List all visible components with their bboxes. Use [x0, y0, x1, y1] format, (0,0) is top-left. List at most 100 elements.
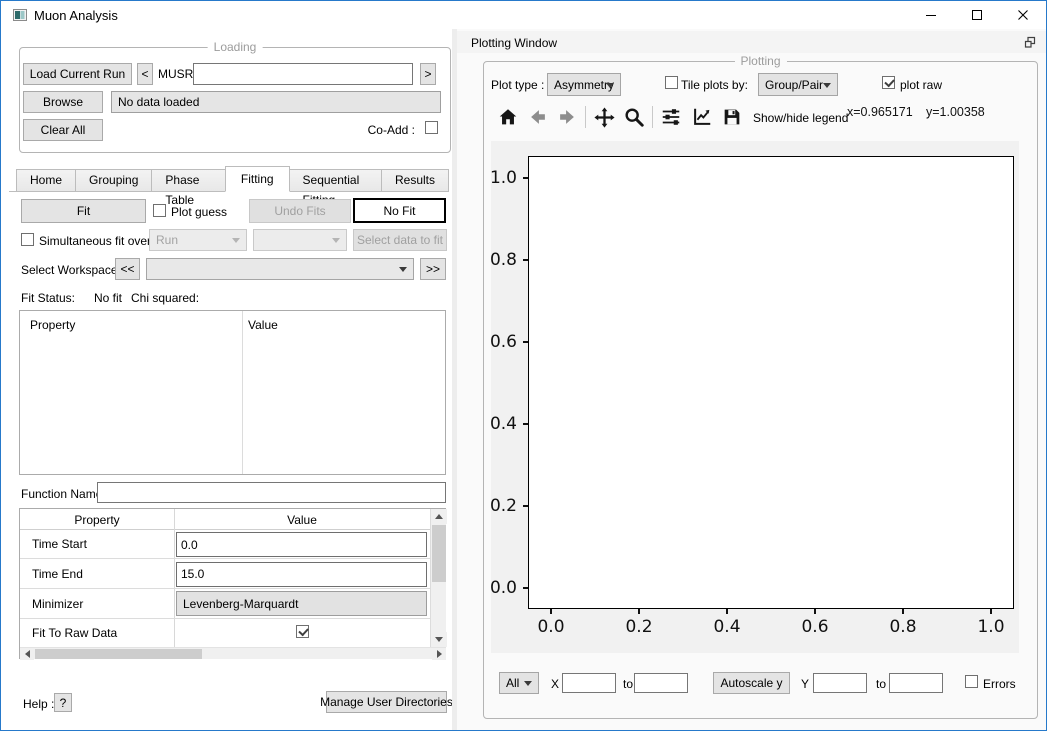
x-to-input[interactable] [634, 673, 688, 693]
minimizer-combo[interactable]: Levenberg-Marquardt [176, 591, 427, 616]
float-dock-icon[interactable] [1023, 35, 1037, 49]
line-chart-icon [691, 106, 713, 128]
y-tick-label: 0.0 [490, 578, 517, 598]
close-icon [1017, 9, 1029, 21]
back-button [525, 104, 551, 130]
load-current-run-button[interactable]: Load Current Run [23, 63, 132, 85]
x-tick-mark [814, 609, 816, 614]
tile-by-combo[interactable]: Group/Pair [758, 73, 838, 96]
simultaneous-fit-checkbox[interactable] [21, 233, 34, 246]
function-name-input[interactable] [97, 482, 446, 503]
home-icon [497, 106, 519, 128]
scroll-right-button[interactable] [432, 648, 446, 660]
fit-over-secondary-combo [253, 229, 347, 251]
row-property-label: Minimizer [32, 597, 83, 611]
y-from-input[interactable] [813, 673, 867, 693]
tab-phase-table[interactable]: Phase Table [151, 169, 225, 191]
vscroll-thumb[interactable] [432, 525, 446, 582]
y-tick-mark [523, 505, 528, 507]
y-tick-mark [523, 259, 528, 261]
row-property-label: Time Start [32, 537, 87, 551]
cursor-y-readout: y=1.00358 [926, 105, 985, 119]
fit-status-label: Fit Status: [21, 291, 75, 305]
x-tick-mark [990, 609, 992, 614]
plot-guess-checkbox[interactable] [153, 204, 166, 217]
configure-subplots-button[interactable] [658, 104, 684, 130]
run-number-input[interactable] [193, 63, 413, 85]
workspace-previous-button[interactable]: << [115, 258, 140, 280]
select-data-to-fit-button: Select data to fit [353, 229, 447, 251]
result-table-divider [242, 311, 243, 474]
table-row-time-start: Time Start [20, 530, 430, 559]
scroll-up-button[interactable] [431, 509, 447, 524]
plot-figure: 0.00.20.40.60.81.00.00.20.40.60.81.0 [491, 141, 1019, 653]
muon-analysis-window: Muon Analysis Loading Load Current Run <… [0, 0, 1047, 731]
fit-button[interactable]: Fit [21, 199, 146, 223]
customize-plot-button[interactable] [689, 104, 715, 130]
fit-to-raw-checkbox[interactable] [296, 625, 309, 638]
table-row-minimizer: Minimizer Levenberg-Marquardt [20, 589, 430, 619]
select-workspace-label: Select Workspace [21, 263, 118, 277]
pan-icon [593, 106, 616, 129]
time-start-input[interactable] [176, 532, 427, 557]
y-tick-label: 0.8 [490, 250, 517, 270]
browse-button[interactable]: Browse [23, 91, 103, 113]
y-tick-label: 0.4 [490, 414, 517, 434]
tab-results[interactable]: Results [381, 169, 449, 191]
simultaneous-fit-label: Simultaneous fit over [39, 234, 151, 248]
maximize-button[interactable] [954, 1, 1000, 29]
autoscale-y-button[interactable]: Autoscale y [713, 672, 790, 694]
x-tick-label: 0.4 [713, 617, 740, 637]
plot-type-combo[interactable]: Asymmetry [547, 73, 621, 96]
workspace-next-button[interactable]: >> [420, 258, 446, 280]
right-arrow-icon [437, 650, 442, 658]
plot-guess-label: Plot guess [171, 205, 227, 219]
fit-settings-table: Property Value Time Start Time End Minim… [19, 508, 446, 659]
settings-vscrollbar[interactable] [430, 509, 446, 647]
hscroll-thumb[interactable] [35, 649, 202, 659]
tab-label: Grouping [89, 173, 138, 187]
errors-checkbox[interactable] [965, 675, 978, 688]
plot-raw-checkbox[interactable] [882, 76, 895, 89]
y-to-input[interactable] [889, 673, 943, 693]
save-button[interactable] [719, 104, 745, 130]
row-property-label: Fit To Raw Data [32, 626, 117, 640]
table-row-fit-to-raw: Fit To Raw Data [20, 619, 430, 647]
pan-button[interactable] [591, 104, 617, 130]
plotting-legend: Plotting [734, 54, 786, 68]
zoom-button[interactable] [621, 104, 647, 130]
previous-run-button[interactable]: < [137, 63, 153, 85]
x-from-input[interactable] [562, 673, 616, 693]
x-tick-mark [638, 609, 640, 614]
time-end-input[interactable] [176, 562, 427, 587]
settings-hscrollbar[interactable] [20, 647, 446, 659]
up-arrow-icon [435, 514, 443, 519]
home-button[interactable] [495, 104, 521, 130]
plot-axes[interactable]: 0.00.20.40.60.81.00.00.20.40.60.81.0 [528, 156, 1014, 609]
tab-fitting[interactable]: Fitting [225, 166, 290, 192]
scroll-down-button[interactable] [431, 632, 447, 647]
scroll-left-button[interactable] [20, 648, 34, 660]
manage-user-directories-button[interactable]: Manage User Directories [326, 691, 447, 713]
x-tick-label: 0.8 [889, 617, 916, 637]
help-button[interactable]: ? [54, 693, 72, 712]
errors-label: Errors [983, 677, 1016, 691]
clear-all-button[interactable]: Clear All [23, 119, 103, 141]
next-run-button[interactable]: > [420, 63, 436, 85]
window-controls [908, 1, 1046, 29]
tab-grouping[interactable]: Grouping [75, 169, 152, 191]
show-hide-legend-button[interactable]: Show/hide legend [753, 111, 848, 125]
y-to-label: to [876, 677, 886, 691]
y-tick-mark [523, 341, 528, 343]
workspace-combo[interactable] [146, 258, 414, 280]
coadd-checkbox[interactable] [425, 121, 438, 134]
tab-home[interactable]: Home [16, 169, 76, 191]
chi-squared-label: Chi squared: [131, 291, 199, 305]
down-arrow-icon [435, 637, 443, 642]
minimize-button[interactable] [908, 1, 954, 29]
tab-sequential-fitting[interactable]: Sequential Fitting [289, 169, 382, 191]
spectrum-combo[interactable]: All [499, 672, 539, 694]
no-fit-button[interactable]: No Fit [353, 198, 446, 223]
close-button[interactable] [1000, 1, 1046, 29]
tile-plots-checkbox[interactable] [665, 76, 678, 89]
